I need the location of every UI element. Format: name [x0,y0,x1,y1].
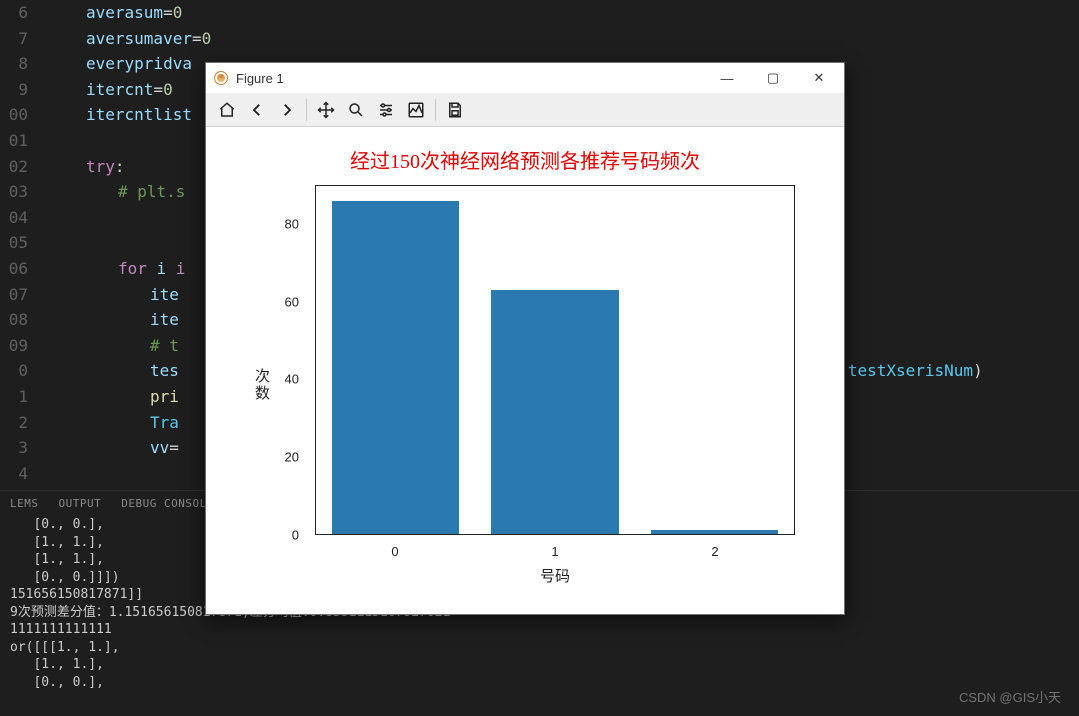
x-tick-label: 0 [391,544,398,559]
close-button[interactable]: ✕ [796,63,842,93]
panel-tab-problems[interactable]: LEMS [10,497,39,510]
bar [491,290,618,534]
back-icon[interactable] [242,96,272,124]
bar [651,530,778,534]
bar [332,201,459,534]
y-tick-label: 80 [285,216,299,231]
line-number-gutter: 67890001020304050607080901234 [0,0,38,490]
configure-icon[interactable] [371,96,401,124]
zoom-icon[interactable] [341,96,371,124]
figure-window: Figure 1 — ▢ ✕ 经过150次神经网络预测各推荐号码频次 次数 02… [205,62,845,615]
x-tick-label: 2 [711,544,718,559]
x-axis: 号码 0 1 2 [315,540,795,590]
chart-canvas: 经过150次神经网络预测各推荐号码频次 次数 020406080 号码 012 [206,127,844,614]
y-tick-label: 20 [285,450,299,465]
y-axis: 020406080 [245,185,305,535]
y-tick-label: 40 [285,372,299,387]
forward-icon[interactable] [272,96,302,124]
chart: 次数 020406080 号码 012 [245,180,805,590]
subplots-icon[interactable] [401,96,431,124]
matplotlib-toolbar [206,93,844,127]
x-axis-label: 号码 [540,565,570,586]
y-tick-label: 60 [285,294,299,309]
maximize-button[interactable]: ▢ [750,63,796,93]
code-line: aversumaver=0 [38,26,1079,52]
watermark: CSDN @GIS小天 [959,687,1061,706]
panel-tab-output[interactable]: OUTPUT [59,497,102,510]
window-title: Figure 1 [236,71,284,86]
save-icon[interactable] [440,96,470,124]
matplotlib-icon [214,71,228,85]
window-titlebar[interactable]: Figure 1 — ▢ ✕ [206,63,844,93]
y-tick-label: 0 [292,528,299,543]
panel-tab-debug-console[interactable]: DEBUG CONSOLE [121,497,214,510]
plot-area [315,185,795,535]
home-icon[interactable] [212,96,242,124]
pan-icon[interactable] [311,96,341,124]
x-tick-label: 1 [551,544,558,559]
minimize-button[interactable]: — [704,63,750,93]
code-line: averasum=0 [38,0,1079,26]
chart-title: 经过150次神经网络预测各推荐号码频次 [212,137,838,180]
